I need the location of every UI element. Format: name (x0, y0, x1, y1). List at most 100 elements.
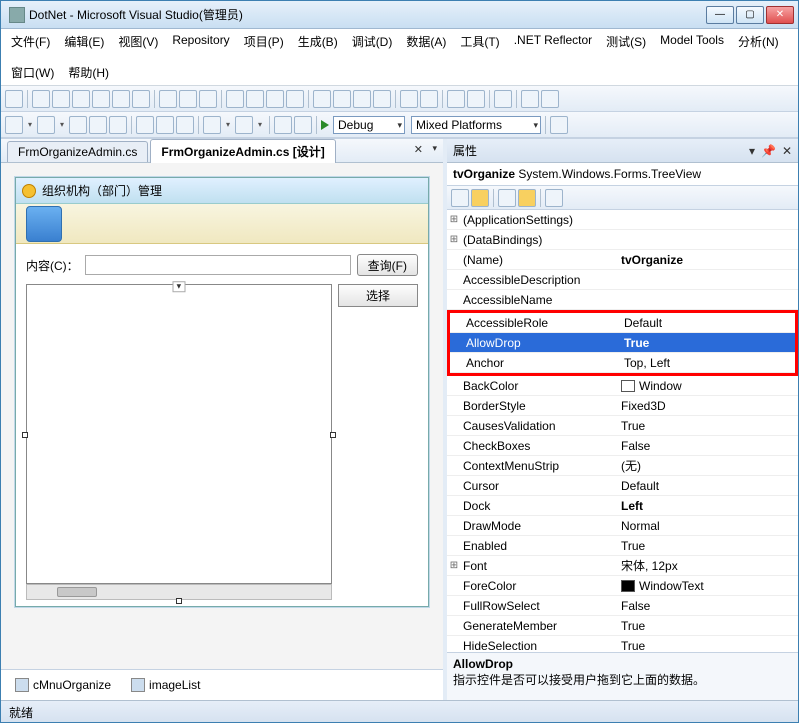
undo-icon[interactable] (203, 116, 221, 134)
prop-backcolor[interactable]: BackColor (461, 379, 617, 393)
align-bottom-icon[interactable] (132, 90, 150, 108)
new-project-icon[interactable] (5, 116, 23, 134)
same-height-icon[interactable] (179, 90, 197, 108)
prop-causesval[interactable]: CausesValidation (461, 419, 617, 433)
tab-design[interactable]: FrmOrganizeAdmin.cs [设计] (150, 139, 335, 163)
prop-dock-value[interactable]: Left (617, 499, 798, 513)
prop-name[interactable]: (Name) (461, 253, 617, 267)
menu-help[interactable]: 帮助(H) (68, 64, 109, 81)
prop-backcolor-value[interactable]: Window (617, 379, 798, 393)
prop-name-value[interactable]: tvOrganize (617, 253, 798, 267)
find-icon[interactable] (550, 116, 568, 134)
expand-icon[interactable]: ⊞ (447, 234, 461, 245)
save-all-icon[interactable] (109, 116, 127, 134)
panel-close-icon[interactable]: ✕ (782, 144, 792, 158)
tab-order-icon[interactable] (494, 90, 512, 108)
copy-icon[interactable] (156, 116, 174, 134)
menu-tools[interactable]: 工具(T) (460, 33, 499, 50)
menu-repository[interactable]: Repository (172, 33, 229, 50)
align-top-icon[interactable] (92, 90, 110, 108)
prop-anchor[interactable]: Anchor (464, 356, 620, 370)
menu-file[interactable]: 文件(F) (11, 33, 50, 50)
same-size-icon[interactable] (199, 90, 217, 108)
prop-forecolor-value[interactable]: WindowText (617, 579, 798, 593)
prop-enabled[interactable]: Enabled (461, 539, 617, 553)
open-file-icon[interactable] (69, 116, 87, 134)
prop-forecolor[interactable]: ForeColor (461, 579, 617, 593)
platform-combo[interactable]: Mixed Platforms (411, 116, 541, 134)
menu-view[interactable]: 视图(V) (118, 33, 158, 50)
center-h-icon[interactable] (400, 90, 418, 108)
object-selector[interactable]: tvOrganize System.Windows.Forms.TreeView (447, 163, 798, 186)
save-icon[interactable] (89, 116, 107, 134)
maximize-button[interactable]: ▢ (736, 6, 764, 24)
property-pages-icon[interactable] (545, 189, 563, 207)
prop-allowdrop[interactable]: AllowDrop (464, 336, 620, 350)
prop-allowdrop-value[interactable]: True (620, 336, 795, 350)
prop-drawmode-value[interactable]: Normal (617, 519, 798, 533)
prop-ctxmenu[interactable]: ContextMenuStrip (461, 459, 617, 473)
prop-accdesc[interactable]: AccessibleDescription (461, 273, 617, 287)
hspace-inc-icon[interactable] (246, 90, 264, 108)
align-grid-icon[interactable] (5, 90, 23, 108)
align-center-icon[interactable] (52, 90, 70, 108)
prop-font-value[interactable]: 宋体, 12px (617, 557, 798, 574)
search-button[interactable]: 查询(F) (357, 254, 418, 276)
menu-edit[interactable]: 编辑(E) (64, 33, 104, 50)
prop-checkboxes-value[interactable]: False (617, 439, 798, 453)
expand-icon[interactable]: ⊞ (447, 560, 461, 571)
prop-enabled-value[interactable]: True (617, 539, 798, 553)
bring-front-icon[interactable] (447, 90, 465, 108)
unmerge-cells-icon[interactable] (541, 90, 559, 108)
prop-appsettings[interactable]: (ApplicationSettings) (461, 213, 617, 227)
config-combo[interactable]: Debug (333, 116, 405, 134)
properties-header[interactable]: 属性 ▾ 📌 ✕ (447, 139, 798, 163)
vspace-dec-icon[interactable] (353, 90, 371, 108)
alphabetical-icon[interactable] (471, 189, 489, 207)
menu-project[interactable]: 项目(P) (244, 33, 284, 50)
menu-build[interactable]: 生成(B) (298, 33, 338, 50)
menu-window[interactable]: 窗口(W) (11, 64, 54, 81)
vspace-inc-icon[interactable] (333, 90, 351, 108)
same-width-icon[interactable] (159, 90, 177, 108)
panel-pin-icon[interactable]: 📌 (761, 144, 776, 158)
undo-drop[interactable]: ▾ (223, 120, 233, 129)
prop-anchor-value[interactable]: Top, Left (620, 356, 795, 370)
panel-dropdown-icon[interactable]: ▾ (749, 144, 755, 158)
prop-borderstyle-value[interactable]: Fixed3D (617, 399, 798, 413)
cut-icon[interactable] (136, 116, 154, 134)
select-column-header[interactable]: 选择 (338, 284, 418, 307)
redo-icon[interactable] (235, 116, 253, 134)
prop-databindings[interactable]: (DataBindings) (461, 233, 617, 247)
expand-icon[interactable]: ⊞ (447, 214, 461, 225)
close-button[interactable]: ✕ (766, 6, 794, 24)
prop-causesval-value[interactable]: True (617, 419, 798, 433)
new-project-drop[interactable]: ▾ (25, 120, 35, 129)
tab-close-icon[interactable]: ✕ (414, 143, 423, 156)
vspace-equal-icon[interactable] (313, 90, 331, 108)
property-grid[interactable]: ⊞(ApplicationSettings) ⊞(DataBindings) (… (447, 210, 798, 652)
prop-genmember[interactable]: GenerateMember (461, 619, 617, 633)
hspace-dec-icon[interactable] (266, 90, 284, 108)
prop-dock[interactable]: Dock (461, 499, 617, 513)
send-back-icon[interactable] (467, 90, 485, 108)
events-icon[interactable] (518, 189, 536, 207)
menu-debug[interactable]: 调试(D) (352, 33, 393, 50)
menu-reflector[interactable]: .NET Reflector (514, 33, 592, 50)
content-textbox[interactable] (85, 255, 351, 275)
treeview-control[interactable] (26, 284, 332, 584)
prop-hidesel[interactable]: HideSelection (461, 639, 617, 653)
nav-back-icon[interactable] (274, 116, 292, 134)
prop-font[interactable]: Font (461, 559, 617, 573)
prop-cursor-value[interactable]: Default (617, 479, 798, 493)
nav-fwd-icon[interactable] (294, 116, 312, 134)
prop-fullrow[interactable]: FullRowSelect (461, 599, 617, 613)
start-debug-icon[interactable] (321, 120, 329, 130)
prop-checkboxes[interactable]: CheckBoxes (461, 439, 617, 453)
prop-fullrow-value[interactable]: False (617, 599, 798, 613)
tray-contextmenu[interactable]: cMnuOrganize (15, 678, 111, 692)
prop-genmember-value[interactable]: True (617, 619, 798, 633)
properties-icon[interactable] (498, 189, 516, 207)
form-designer[interactable]: 组织机构（部门）管理 内容(C)： 查询(F) (1, 163, 443, 669)
add-item-icon[interactable] (37, 116, 55, 134)
